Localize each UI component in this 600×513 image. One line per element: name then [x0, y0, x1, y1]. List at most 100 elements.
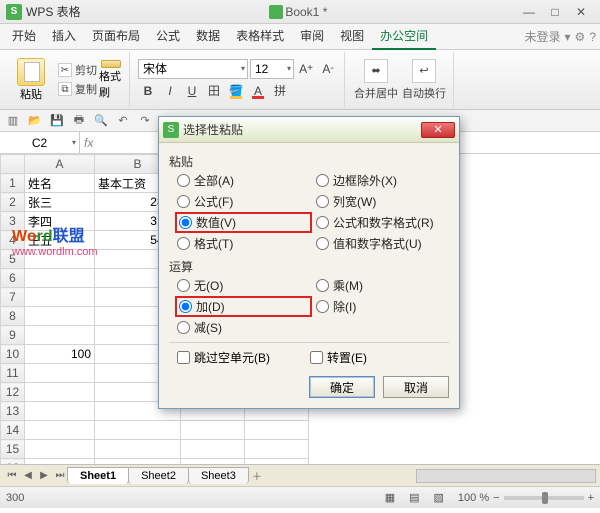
dropdown-icon[interactable]: ▾	[565, 30, 571, 44]
row-header-4[interactable]: 4	[1, 231, 25, 250]
row-header-16[interactable]: 16	[1, 459, 25, 465]
col-header-A[interactable]: A	[25, 155, 95, 174]
help-icon[interactable]: ?	[589, 30, 596, 44]
cell-H15[interactable]	[245, 440, 309, 459]
view-page-icon[interactable]: ▤	[409, 491, 419, 504]
copy-button[interactable]: ⧉复制	[58, 81, 97, 97]
cell-G15[interactable]	[181, 440, 245, 459]
paste-button[interactable]: 粘贴	[10, 58, 52, 102]
row-header-11[interactable]: 11	[1, 364, 25, 383]
row-header-2[interactable]: 2	[1, 193, 25, 212]
radio-paste-colwidth[interactable]: 列宽(W)	[316, 193, 449, 210]
cell-G16[interactable]	[181, 459, 245, 465]
cell-A15[interactable]	[25, 440, 95, 459]
font-size-combo[interactable]: 12▾	[250, 59, 294, 79]
sheet-tab-Sheet3[interactable]: Sheet3	[188, 467, 249, 484]
radio-paste-format[interactable]: 格式(T)	[177, 235, 310, 252]
menu-视图[interactable]: 视图	[332, 23, 372, 50]
increase-font-button[interactable]: A+	[296, 59, 316, 79]
tab-nav-next[interactable]: ▶	[36, 470, 52, 481]
decrease-font-button[interactable]: A-	[318, 59, 338, 79]
row-header-7[interactable]: 7	[1, 288, 25, 307]
window-close[interactable]: ✕	[568, 3, 594, 21]
gear-icon[interactable]: ⚙	[575, 30, 586, 44]
sheet-tab-Sheet2[interactable]: Sheet2	[128, 467, 189, 484]
cell-A10[interactable]: 100	[25, 345, 95, 364]
row-header-3[interactable]: 3	[1, 212, 25, 231]
menu-办公空间[interactable]: 办公空间	[372, 23, 436, 50]
radio-paste-fmt_num[interactable]: 公式和数字格式(R)	[316, 214, 449, 231]
cell-A4[interactable]: 王五	[25, 231, 95, 250]
dialog-titlebar[interactable]: S 选择性粘贴 ✕	[159, 117, 459, 143]
cell-A3[interactable]: 李四	[25, 212, 95, 231]
window-maximize[interactable]: □	[542, 3, 568, 21]
phonetic-button[interactable]: 拼	[270, 81, 290, 101]
menu-开始[interactable]: 开始	[4, 23, 44, 50]
undo-icon[interactable]: ↶	[114, 112, 132, 130]
cell-A12[interactable]	[25, 383, 95, 402]
save-icon[interactable]: 💾	[48, 112, 66, 130]
radio-paste-formula[interactable]: 公式(F)	[177, 193, 310, 210]
cell-A16[interactable]	[25, 459, 95, 465]
login-status[interactable]: 未登录	[525, 28, 561, 45]
format-painter-button[interactable]: 格式刷	[99, 60, 123, 100]
cell-A11[interactable]	[25, 364, 95, 383]
tab-nav-last[interactable]: ⏭	[52, 470, 68, 481]
radio-paste-border_except[interactable]: 边框除外(X)	[316, 172, 449, 189]
select-all-corner[interactable]	[1, 155, 25, 174]
new-icon[interactable]: ▥	[4, 112, 22, 130]
cell-B15[interactable]	[95, 440, 181, 459]
cell-A8[interactable]	[25, 307, 95, 326]
cell-B16[interactable]	[95, 459, 181, 465]
cell-A2[interactable]: 张三	[25, 193, 95, 212]
radio-op-div[interactable]: 除(I)	[316, 298, 449, 315]
cell-G14[interactable]	[181, 421, 245, 440]
row-header-14[interactable]: 14	[1, 421, 25, 440]
ok-button[interactable]: 确定	[309, 376, 375, 398]
cell-A6[interactable]	[25, 269, 95, 288]
font-name-combo[interactable]: 宋体▾	[138, 59, 248, 79]
menu-插入[interactable]: 插入	[44, 23, 84, 50]
view-normal-icon[interactable]: ▦	[385, 491, 395, 504]
radio-op-none[interactable]: 无(O)	[177, 277, 310, 294]
cancel-button[interactable]: 取消	[383, 376, 449, 398]
open-icon[interactable]: 📂	[26, 112, 44, 130]
tab-nav-prev[interactable]: ◀	[20, 470, 36, 481]
menu-表格样式[interactable]: 表格样式	[228, 23, 292, 50]
transpose-checkbox[interactable]: 转置(E)	[310, 349, 367, 366]
underline-button[interactable]: U	[182, 81, 202, 101]
sheet-tab-Sheet1[interactable]: Sheet1	[67, 467, 129, 484]
font-color-button[interactable]: A	[248, 81, 268, 101]
radio-paste-val_num[interactable]: 值和数字格式(U)	[316, 235, 449, 252]
row-header-9[interactable]: 9	[1, 326, 25, 345]
italic-button[interactable]: I	[160, 81, 180, 101]
row-header-12[interactable]: 12	[1, 383, 25, 402]
border-button[interactable]: 田	[204, 81, 224, 101]
tab-nav-first[interactable]: ⏮	[4, 470, 20, 481]
fill-color-button[interactable]: 🪣	[226, 81, 246, 101]
radio-op-mul[interactable]: 乘(M)	[316, 277, 449, 294]
print-preview-icon[interactable]: 🔍	[92, 112, 110, 130]
menu-数据[interactable]: 数据	[188, 23, 228, 50]
radio-op-add[interactable]: 加(D)	[177, 298, 310, 315]
cell-A1[interactable]: 姓名	[25, 174, 95, 193]
name-box[interactable]: C2▾	[0, 132, 80, 153]
menu-审阅[interactable]: 审阅	[292, 23, 332, 50]
radio-op-sub[interactable]: 减(S)	[177, 319, 310, 336]
print-icon[interactable]: 🖶	[70, 112, 88, 130]
horizontal-scrollbar[interactable]	[416, 469, 596, 483]
skip-blanks-checkbox[interactable]: 跳过空单元(B)	[177, 349, 270, 366]
radio-paste-value[interactable]: 数值(V)	[177, 214, 310, 231]
menu-公式[interactable]: 公式	[148, 23, 188, 50]
cut-button[interactable]: ✂剪切	[58, 62, 97, 78]
row-header-5[interactable]: 5	[1, 250, 25, 269]
row-header-15[interactable]: 15	[1, 440, 25, 459]
cell-H14[interactable]	[245, 421, 309, 440]
tab-add[interactable]: ＋	[249, 468, 265, 483]
menu-页面布局[interactable]: 页面布局	[84, 23, 148, 50]
view-custom-icon[interactable]: ▧	[434, 491, 444, 504]
cell-A5[interactable]	[25, 250, 95, 269]
dialog-close-button[interactable]: ✕	[421, 122, 455, 138]
radio-paste-all[interactable]: 全部(A)	[177, 172, 310, 189]
zoom-in-button[interactable]: +	[588, 492, 594, 504]
